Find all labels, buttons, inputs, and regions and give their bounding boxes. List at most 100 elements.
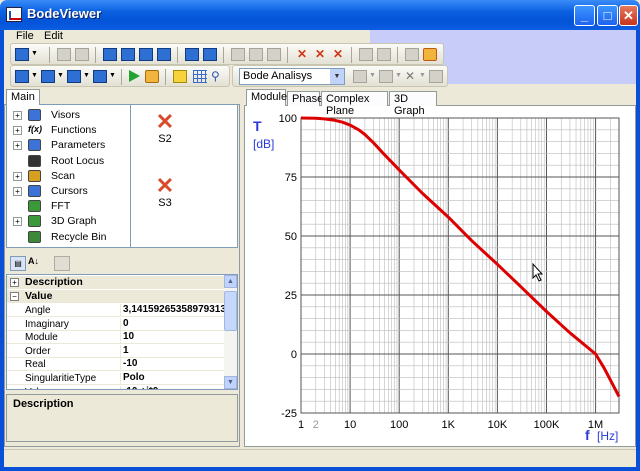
expand-icon[interactable]: +: [13, 111, 22, 120]
singularity-s3[interactable]: ✕ S3: [135, 173, 195, 210]
scroll-thumb[interactable]: [224, 291, 237, 331]
root-locus-icon: [28, 154, 41, 167]
property-value[interactable]: 0: [120, 317, 226, 331]
pole-icon: ✕: [155, 173, 175, 198]
delete-singularity-icon[interactable]: ✕: [331, 48, 345, 61]
tab-main[interactable]: Main: [6, 89, 40, 105]
alphabetical-sort-icon[interactable]: A↓: [28, 256, 46, 271]
property-row-angle[interactable]: Angle 3,14159265358979313: [7, 304, 226, 317]
tab-3d-graph[interactable]: 3D Graph: [389, 91, 437, 117]
tree-item-label: Visors: [51, 109, 80, 121]
expand-icon[interactable]: +: [13, 187, 22, 196]
singularity-s2[interactable]: ✕ S2: [135, 111, 195, 146]
property-row-order[interactable]: Order 1: [7, 344, 226, 358]
property-name: Imaginary: [25, 318, 69, 330]
expand-icon[interactable]: +: [10, 278, 19, 287]
expand-icon[interactable]: +: [13, 141, 22, 151]
tree-item-label: Scan: [51, 169, 75, 182]
scroll-up-icon[interactable]: ▲: [224, 275, 237, 288]
delete-pole-icon[interactable]: ✕: [313, 48, 327, 61]
toolbar-separator: [177, 47, 178, 63]
expand-icon[interactable]: +: [13, 171, 22, 181]
x-tick-label: 1K: [442, 419, 456, 431]
title-bar[interactable]: BodeViewer _ □ ✕: [0, 0, 640, 30]
window-frame-right: [636, 30, 640, 471]
x-axis-symbol: f: [585, 427, 590, 443]
disabled-tool-icon: [377, 48, 391, 61]
analysis-type-select[interactable]: Bode Analisys ▼: [239, 68, 345, 85]
x-tick-label: 10K: [488, 419, 508, 431]
tree-item-label: Parameters: [51, 139, 106, 152]
property-row-singularitietype[interactable]: SingularitieType Polo: [7, 372, 226, 385]
tab-phase[interactable]: Phase: [287, 91, 323, 106]
toolbar-top: ▼ ✕ ✕ ✕: [10, 43, 444, 65]
x-axis-unit: [Hz]: [597, 429, 618, 443]
axis-icon[interactable]: [15, 70, 29, 83]
property-value[interactable]: -10: [120, 358, 226, 372]
settings-icon[interactable]: [145, 70, 159, 83]
copy-function-icon[interactable]: [203, 48, 217, 61]
y-axis-symbol: T: [253, 118, 262, 134]
scroll-down-icon[interactable]: ▼: [224, 376, 237, 389]
edit-function-icon[interactable]: [185, 48, 199, 61]
run-icon[interactable]: [129, 70, 140, 82]
y-tick-label: 0: [291, 349, 297, 361]
tab-complex-plane[interactable]: Complex Plane: [321, 91, 388, 117]
categorized-view-icon[interactable]: ▤: [10, 256, 26, 271]
x-tick-label: 10: [344, 419, 356, 431]
property-value[interactable]: Polo: [120, 372, 226, 385]
property-value[interactable]: 10: [120, 331, 226, 345]
tree-divider: [130, 105, 131, 247]
disabled-tool-icon: [405, 48, 419, 61]
recycle-bin-icon: [28, 230, 41, 243]
property-scrollbar[interactable]: ▲ ▼: [224, 275, 237, 389]
layout-icon[interactable]: [41, 70, 55, 83]
expand-icon[interactable]: +: [13, 126, 22, 136]
menu-file[interactable]: File: [16, 30, 34, 42]
add-gain-icon[interactable]: [139, 48, 153, 61]
property-value[interactable]: 1: [120, 344, 226, 358]
dropdown-arrow-icon[interactable]: ▼: [31, 50, 45, 63]
active-tool-icon[interactable]: [423, 48, 437, 61]
tree-item-label: Cursors: [51, 185, 88, 197]
window-icon[interactable]: [67, 70, 81, 83]
property-row-imaginary[interactable]: Imaginary 0: [7, 317, 226, 331]
minimize-button[interactable]: _: [574, 5, 595, 26]
property-value[interactable]: 3,14159265358979313: [120, 304, 226, 317]
add-delay-icon[interactable]: [157, 48, 171, 61]
property-name: Value: [25, 387, 50, 389]
category-description[interactable]: + Description: [7, 276, 226, 289]
collapse-icon[interactable]: −: [10, 292, 19, 301]
property-pages-icon: [54, 256, 70, 271]
delete-zero-icon[interactable]: ✕: [295, 48, 309, 61]
window-frame-bottom: [0, 467, 640, 471]
folder-icon[interactable]: [173, 70, 187, 83]
disabled-tool-icon: [57, 48, 71, 61]
new-icon[interactable]: [15, 48, 29, 61]
chevron-down-icon[interactable]: ▼: [330, 69, 344, 84]
category-value[interactable]: − Value: [7, 290, 226, 303]
grid-icon[interactable]: [193, 70, 207, 83]
disabled-tool-icon: [379, 70, 393, 83]
tab-module[interactable]: Module: [246, 89, 287, 106]
disabled-tool-icon: [359, 48, 373, 61]
maximize-button[interactable]: □: [597, 5, 618, 26]
view-icon[interactable]: [93, 70, 107, 83]
magnitude-series-line[interactable]: [300, 116, 621, 398]
add-zero-icon[interactable]: [103, 48, 117, 61]
menu-edit[interactable]: Edit: [44, 30, 63, 42]
y-tick-label: -25: [281, 408, 297, 420]
property-row-real[interactable]: Real -10: [7, 358, 226, 372]
zoom-icon[interactable]: ⚲: [211, 70, 225, 83]
toolbar-separator: [223, 47, 224, 63]
disabled-tool-icon: [75, 48, 89, 61]
expand-icon[interactable]: +: [13, 217, 22, 227]
add-pole-icon[interactable]: [121, 48, 135, 61]
x-tick-label: 2: [313, 419, 319, 431]
property-row-value[interactable]: Value -10 +i*0: [7, 385, 226, 389]
property-value[interactable]: -10 +i*0: [120, 385, 226, 389]
close-button[interactable]: ✕: [619, 5, 638, 26]
bode-magnitude-chart[interactable]: 1007550250-251 2 10 100 1K 10K 100K 1MT[dB]f [Hz…: [245, 106, 635, 446]
property-row-module[interactable]: Module 10: [7, 331, 226, 345]
tree-item-label: Functions: [51, 124, 97, 137]
